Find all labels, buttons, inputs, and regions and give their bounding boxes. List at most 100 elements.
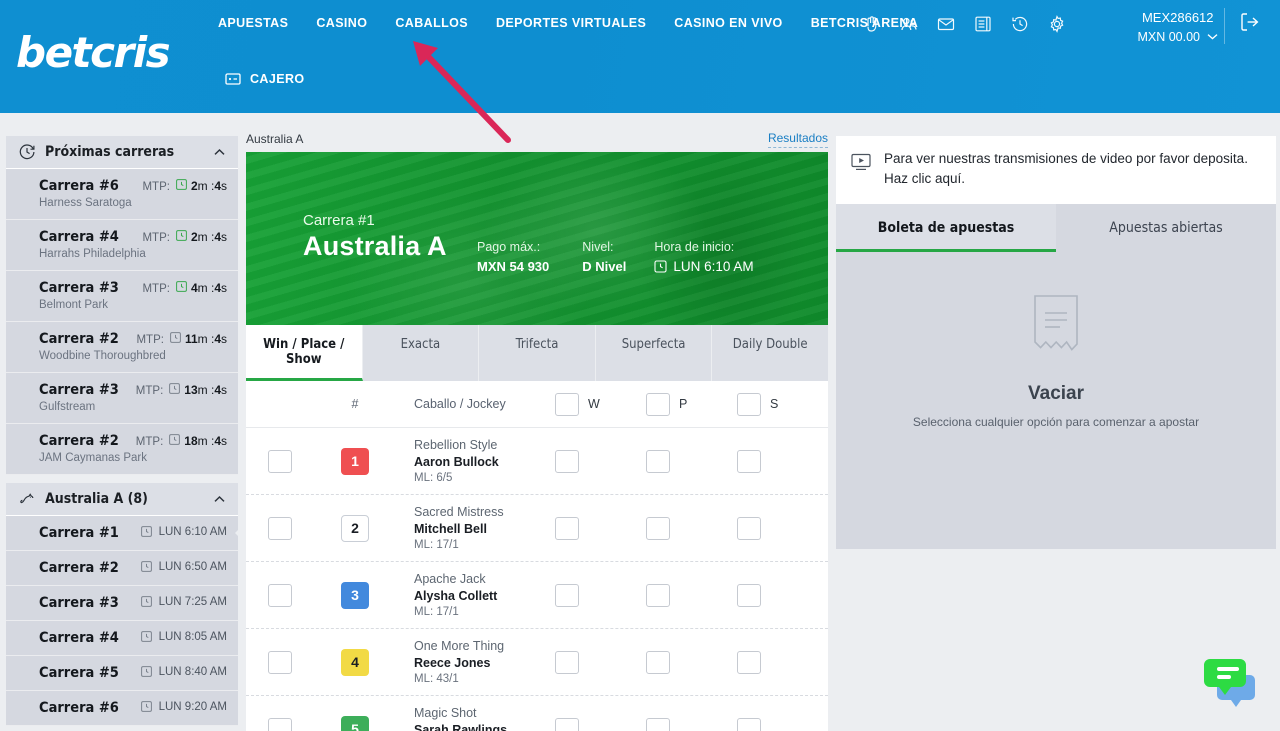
nav-item-casino-en-vivo[interactable]: CASINO EN VIVO bbox=[674, 16, 782, 30]
venue-race-item[interactable]: Carrera #5 LUN 8:40 AM bbox=[6, 656, 238, 691]
morning-line-odds: ML: 43/1 bbox=[414, 673, 459, 685]
history-icon[interactable] bbox=[1010, 14, 1030, 34]
chevron-up-icon[interactable] bbox=[213, 493, 226, 506]
race-track: Belmont Park bbox=[39, 299, 109, 311]
slip-tab-apuestas-abiertas[interactable]: Apuestas abiertas bbox=[1056, 204, 1276, 252]
video-notice[interactable]: Para ver nuestras transmisiones de video… bbox=[836, 136, 1276, 204]
account-summary[interactable]: MEX286612 MXN 00.00 bbox=[1137, 9, 1218, 46]
win-checkbox[interactable] bbox=[555, 449, 579, 473]
list-icon[interactable] bbox=[973, 14, 993, 34]
gear-icon[interactable] bbox=[1047, 14, 1067, 34]
race-track: JAM Caymanas Park bbox=[39, 452, 148, 464]
win-checkbox[interactable] bbox=[555, 717, 579, 731]
place-checkbox[interactable] bbox=[646, 583, 670, 607]
venue-races-header[interactable]: Australia A (8) bbox=[6, 483, 238, 516]
race-name: Carrera #2 bbox=[39, 331, 119, 347]
empty-slip-title: Vaciar bbox=[1028, 382, 1084, 404]
runner-select-checkbox[interactable] bbox=[268, 583, 292, 607]
horse-name: One More Thing bbox=[414, 639, 505, 653]
nav-item-apuestas[interactable]: APUESTAS bbox=[218, 16, 288, 30]
cajero-button[interactable]: CAJERO bbox=[225, 72, 305, 86]
venue-race-item[interactable]: Carrera #2 LUN 6:50 AM bbox=[6, 551, 238, 586]
users-icon[interactable] bbox=[899, 14, 919, 34]
venue-race-item[interactable]: Carrera #1 LUN 6:10 AM bbox=[6, 516, 238, 551]
right-panel: Para ver nuestras transmisiones de video… bbox=[836, 136, 1276, 549]
mail-icon[interactable] bbox=[936, 14, 956, 34]
start-time-value: LUN 6:10 AM bbox=[673, 259, 754, 274]
runners-table-header: # Caballo / Jockey W P S bbox=[246, 381, 828, 428]
upcoming-races-list: Carrera #6 MTP: 2m :4s Harness Saratoga Carr… bbox=[6, 169, 238, 475]
place-checkbox[interactable] bbox=[646, 717, 670, 731]
upcoming-race-item[interactable]: Carrera #2 MTP: 18m :4s JAM Caymanas Park bbox=[6, 424, 238, 475]
win-checkbox[interactable] bbox=[555, 516, 579, 540]
clock-icon bbox=[654, 260, 667, 273]
bet-tab-daily-double[interactable]: Daily Double bbox=[712, 325, 828, 381]
start-time-wrap: LUN 6:10 AM bbox=[654, 259, 754, 274]
mtp-label: MTP: bbox=[135, 436, 164, 448]
results-link[interactable]: Resultados bbox=[767, 131, 828, 148]
place-checkbox[interactable] bbox=[646, 650, 670, 674]
runner-row[interactable]: 2 Sacred Mistress Mitchell Bell ML: 17/1 bbox=[246, 495, 828, 562]
balance-value: MXN 00.00 bbox=[1137, 29, 1200, 44]
horse-name: Sacred Mistress bbox=[414, 505, 504, 519]
show-checkbox[interactable] bbox=[737, 583, 761, 607]
show-checkbox[interactable] bbox=[737, 717, 761, 731]
venue-race-item[interactable]: Carrera #6 LUN 9:20 AM bbox=[6, 691, 238, 726]
runner-select-checkbox[interactable] bbox=[268, 516, 292, 540]
betcris-logo[interactable]: betcris bbox=[16, 28, 171, 77]
chevron-up-icon[interactable] bbox=[213, 146, 226, 159]
win-checkbox[interactable] bbox=[555, 650, 579, 674]
runner-select-checkbox[interactable] bbox=[268, 449, 292, 473]
bet-tab-exacta[interactable]: Exacta bbox=[363, 325, 480, 381]
jockey-name: Mitchell Bell bbox=[414, 522, 487, 536]
header-show-label: S bbox=[770, 397, 779, 411]
chat-widget-button[interactable] bbox=[1200, 651, 1262, 713]
nav-item-deportes-virtuales[interactable]: DEPORTES VIRTUALES bbox=[496, 16, 646, 30]
show-checkbox[interactable] bbox=[737, 516, 761, 540]
place-checkbox[interactable] bbox=[646, 516, 670, 540]
upcoming-race-item[interactable]: Carrera #3 MTP: 13m :4s Gulfstream bbox=[6, 373, 238, 424]
bet-tab-trifecta[interactable]: Trifecta bbox=[479, 325, 596, 381]
banner-start-time: Hora de inicio: LUN 6:10 AM bbox=[654, 212, 753, 274]
runner-row[interactable]: 4 One More Thing Reece Jones ML: 43/1 bbox=[246, 629, 828, 696]
account-balance: MXN 00.00 bbox=[1137, 28, 1218, 46]
bet-tab-win-place-show[interactable]: Win / Place / Show bbox=[246, 325, 363, 381]
upcoming-race-item[interactable]: Carrera #6 MTP: 2m :4s Harness Saratoga bbox=[6, 169, 238, 220]
main-nav: APUESTAS CASINO CABALLOS DEPORTES VIRTUA… bbox=[218, 16, 918, 30]
runner-select-checkbox[interactable] bbox=[268, 717, 292, 731]
place-all-checkbox[interactable] bbox=[646, 392, 670, 416]
slip-tab-boleta-de-apuestas[interactable]: Boleta de apuestas bbox=[836, 203, 1056, 252]
nav-item-caballos[interactable]: CABALLOS bbox=[395, 16, 468, 30]
runner-row[interactable]: 1 Rebellion Style Aaron Bullock ML: 6/5 bbox=[246, 428, 828, 495]
hand-icon[interactable] bbox=[862, 14, 882, 34]
win-all-checkbox[interactable] bbox=[555, 392, 579, 416]
runner-select-checkbox[interactable] bbox=[268, 650, 292, 674]
page-root: betcris APUESTAS CASINO CABALLOS DEPORTE… bbox=[0, 0, 1280, 731]
logout-icon[interactable] bbox=[1238, 10, 1262, 34]
show-checkbox[interactable] bbox=[737, 449, 761, 473]
runner-row[interactable]: 5Magic ShotSarah RawlingsML: 9/2 bbox=[246, 696, 828, 731]
race-name: Carrera #3 bbox=[39, 280, 119, 296]
site-header: betcris APUESTAS CASINO CABALLOS DEPORTE… bbox=[0, 0, 1280, 113]
upcoming-races-panel: Próximas carreras Carrera #6 MTP: 2m :4s Ha… bbox=[6, 136, 238, 475]
upcoming-races-header[interactable]: Próximas carreras bbox=[6, 136, 238, 169]
venue-race-item[interactable]: Carrera #4 LUN 8:05 AM bbox=[6, 621, 238, 656]
upcoming-race-item[interactable]: Carrera #2 MTP: 11m :4s Woodbine Thoroughbr… bbox=[6, 322, 238, 373]
show-all-checkbox[interactable] bbox=[737, 392, 761, 416]
upcoming-race-item[interactable]: Carrera #4 MTP: 2m :4s Harrahs Philadelphia bbox=[6, 220, 238, 271]
venue-race-item[interactable]: Carrera #3 LUN 7:25 AM bbox=[6, 586, 238, 621]
upcoming-race-item[interactable]: Carrera #3 MTP: 4m :4s Belmont Park bbox=[6, 271, 238, 322]
show-checkbox[interactable] bbox=[737, 650, 761, 674]
runner-row[interactable]: 3 Apache Jack Alysha Collett ML: 17/1 bbox=[246, 562, 828, 629]
nav-item-casino[interactable]: CASINO bbox=[316, 16, 367, 30]
place-checkbox[interactable] bbox=[646, 449, 670, 473]
race-time: LUN 9:20 AM bbox=[140, 701, 227, 713]
bet-tab-superfecta[interactable]: Superfecta bbox=[596, 325, 713, 381]
mtp-label: MTP: bbox=[142, 232, 170, 244]
win-checkbox[interactable] bbox=[555, 583, 579, 607]
runner-number-badge: 2 bbox=[341, 514, 369, 542]
header-show: S bbox=[737, 392, 828, 416]
race-name: Carrera #3 bbox=[39, 595, 119, 611]
mtp-label: MTP: bbox=[135, 385, 164, 397]
chevron-down-icon[interactable] bbox=[1207, 33, 1218, 40]
